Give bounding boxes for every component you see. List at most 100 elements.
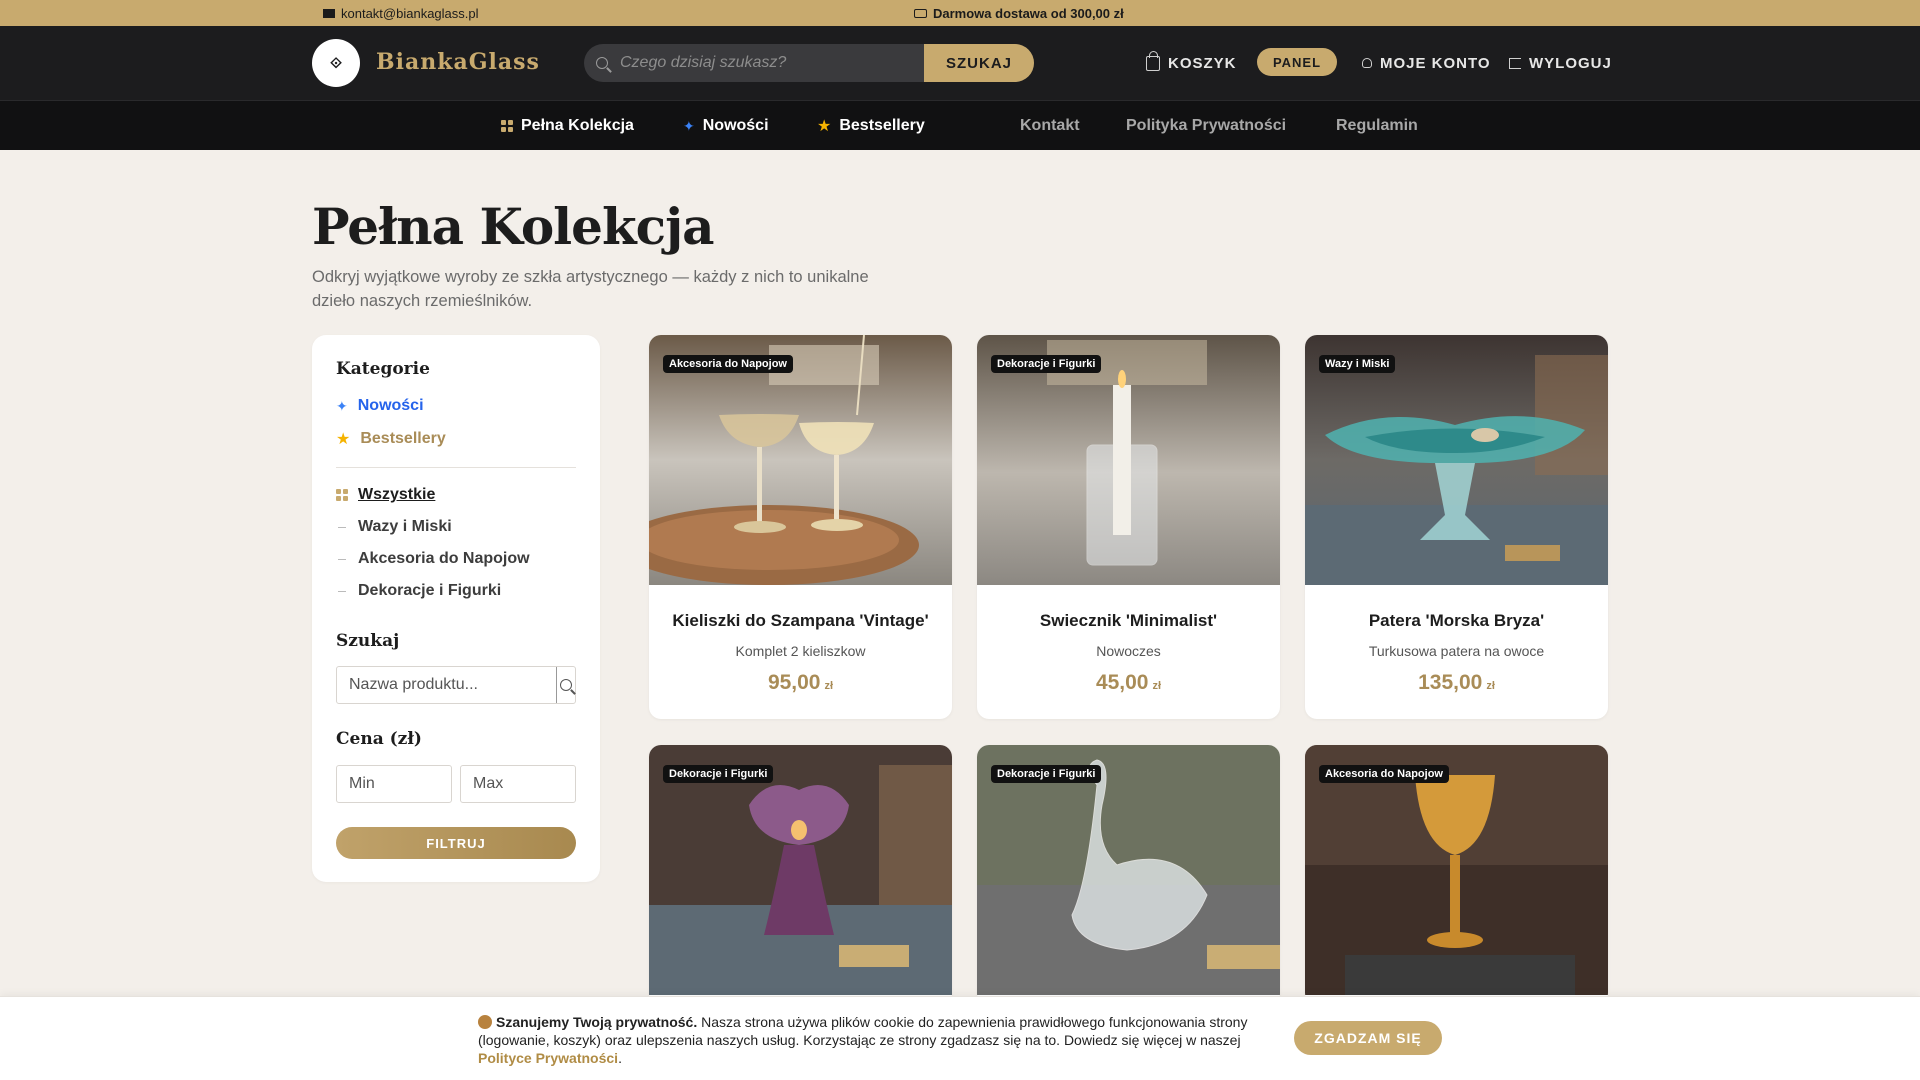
product-name[interactable]: Swiecznik 'Minimalist' <box>977 611 1280 631</box>
top-info-bar: kontakt@biankaglass.pl Darmowa dostawa o… <box>0 0 1920 26</box>
nav-bestsellers[interactable]: ★ Bestsellery <box>817 101 925 151</box>
logout-label: WYLOGUJ <box>1529 54 1612 72</box>
product-description: Turkusowa patera na owoce <box>1368 643 1545 659</box>
sidebar-search <box>336 666 576 704</box>
price-currency: zł <box>824 680 834 692</box>
star-icon: ★ <box>817 118 832 135</box>
dash-icon <box>338 526 346 528</box>
product-card[interactable]: Akcesoria do Napojow Kieliszki do Szampa… <box>649 335 952 719</box>
accept-cookies-button[interactable]: ZGADZAM SIĘ <box>1294 1021 1442 1055</box>
nav-new-label: Nowości <box>702 117 769 134</box>
sidebar-item-all[interactable]: Wszystkie <box>336 486 435 504</box>
product-image[interactable]: Wazy i Miski <box>1305 335 1608 585</box>
star-icon: ★ <box>336 431 351 448</box>
cookie-text: Szanujemy Twoją prywatność. Nasza strona… <box>478 1013 1278 1067</box>
sidebar-search-button[interactable] <box>556 667 575 703</box>
category-badge: Dekoracje i Figurki <box>991 355 1102 373</box>
product-price: 135,00 zł <box>1305 671 1608 695</box>
category-badge: Dekoracje i Figurki <box>663 765 774 783</box>
contact-email-text: kontakt@biankaglass.pl <box>341 5 479 21</box>
sidebar-item-decorations[interactable]: Dekoracje i Figurki <box>336 582 501 600</box>
sidebar-item-drink-accessories-label: Akcesoria do Napojow <box>358 550 530 567</box>
product-card[interactable]: Akcesoria do Napojow <box>1305 745 1608 1005</box>
nav-privacy-policy[interactable]: Polityka Prywatności <box>1126 101 1286 151</box>
mail-icon <box>323 8 335 18</box>
price-max-input[interactable] <box>460 765 576 803</box>
sidebar-item-new[interactable]: ✦ Nowości <box>336 397 424 415</box>
sidebar-item-all-label: Wszystkie <box>358 486 436 503</box>
product-description: Komplet 2 kieliszkow <box>735 643 866 659</box>
product-price: 95,00 zł <box>649 671 952 695</box>
product-card[interactable]: Wazy i Miski Patera 'Morska Bryza' Turku… <box>1305 335 1608 719</box>
account-link[interactable]: MOJE KONTO <box>1362 26 1491 100</box>
sidebar-item-drink-accessories[interactable]: Akcesoria do Napojow <box>336 550 530 568</box>
price-value: 135,00 <box>1418 671 1483 694</box>
free-shipping-notice: Darmowa dostawa od 300,00 zł <box>914 6 1124 21</box>
price-min-input[interactable] <box>336 765 452 803</box>
privacy-policy-link[interactable]: Polityce Prywatności <box>478 1050 618 1066</box>
search-button[interactable]: SZUKAJ <box>924 44 1034 82</box>
filter-button[interactable]: FILTRUJ <box>336 827 576 859</box>
category-badge: Akcesoria do Napojow <box>663 355 793 373</box>
cart-label: KOSZYK <box>1168 54 1237 72</box>
cookie-consent-bar: Szanujemy Twoją prywatność. Nasza strona… <box>0 996 1920 1080</box>
product-price: 45,00 zł <box>977 671 1280 695</box>
product-name[interactable]: Patera 'Morska Bryza' <box>1305 611 1608 631</box>
product-description: Nowoczes <box>1096 643 1161 659</box>
cookie-lead: Szanujemy Twoją prywatność. <box>496 1014 698 1030</box>
panel-button[interactable]: PANEL <box>1257 48 1337 76</box>
logout-link[interactable]: WYLOGUJ <box>1509 26 1612 100</box>
search-heading: Szukaj <box>336 631 400 651</box>
product-card[interactable]: Dekoracje i Figurki <box>649 745 952 1005</box>
sidebar-item-new-label: Nowości <box>357 397 424 414</box>
nav-full-collection[interactable]: Pełna Kolekcja <box>501 101 634 151</box>
nav-new[interactable]: ✦ Nowości <box>683 101 769 151</box>
product-image[interactable]: Dekoracje i Figurki <box>649 745 952 995</box>
category-badge: Akcesoria do Napojow <box>1319 765 1449 783</box>
price-currency: zł <box>1152 680 1162 692</box>
price-value: 45,00 <box>1095 671 1149 694</box>
nav-full-collection-label: Pełna Kolekcja <box>521 117 634 134</box>
price-heading: Cena (zł) <box>336 729 422 749</box>
truck-icon <box>914 8 927 18</box>
sidebar-item-decorations-label: Dekoracje i Figurki <box>358 582 502 599</box>
sparkle-icon: ✦ <box>336 397 348 414</box>
category-badge: Dekoracje i Figurki <box>991 765 1102 783</box>
sidebar-item-bestsellers-label: Bestsellery <box>360 430 446 447</box>
search-icon <box>584 44 620 82</box>
nav-terms[interactable]: Regulamin <box>1336 101 1418 151</box>
main-header: ⟐ BiankaGlass SZUKAJ KOSZYK PANEL MOJE K… <box>0 26 1920 100</box>
logo[interactable]: ⟐ <box>312 39 360 87</box>
product-image[interactable]: Dekoracje i Figurki <box>977 335 1280 585</box>
nav-contact[interactable]: Kontakt <box>1020 101 1080 151</box>
filter-sidebar: Kategorie ✦ Nowości ★ Bestsellery Wszyst… <box>312 335 600 882</box>
product-card[interactable]: Dekoracje i Figurki <box>977 745 1280 1005</box>
search-icon <box>560 679 572 691</box>
header-search-input[interactable] <box>620 44 924 82</box>
user-icon <box>1362 58 1372 68</box>
dash-icon <box>338 590 346 592</box>
product-card[interactable]: Dekoracje i Figurki Swiecznik 'Minimalis… <box>977 335 1280 719</box>
category-badge: Wazy i Miski <box>1319 355 1396 373</box>
product-name[interactable]: Kieliszki do Szampana 'Vintage' <box>649 611 952 631</box>
sidebar-item-bestsellers[interactable]: ★ Bestsellery <box>336 429 446 449</box>
sidebar-item-vases-label: Wazy i Miski <box>358 518 452 535</box>
nav-bestsellers-label: Bestsellery <box>839 117 925 134</box>
logo-mark: ⟐ <box>330 54 342 72</box>
cookie-icon <box>478 1015 492 1029</box>
price-value: 95,00 <box>767 671 821 694</box>
product-image[interactable]: Akcesoria do Napojow <box>1305 745 1608 995</box>
categories-heading: Kategorie <box>336 359 430 379</box>
account-label: MOJE KONTO <box>1380 54 1491 72</box>
product-image[interactable]: Akcesoria do Napojow <box>649 335 952 585</box>
brand-name[interactable]: BiankaGlass <box>376 49 540 75</box>
cookie-end: . <box>618 1050 622 1066</box>
product-search-input[interactable] <box>337 667 556 703</box>
shopping-bag-icon <box>1146 50 1160 71</box>
contact-email[interactable]: kontakt@biankaglass.pl <box>323 6 479 21</box>
cart-link[interactable]: KOSZYK <box>1146 26 1237 100</box>
product-image[interactable]: Dekoracje i Figurki <box>977 745 1280 995</box>
header-search: SZUKAJ <box>584 44 1034 82</box>
sidebar-item-vases[interactable]: Wazy i Miski <box>336 518 452 536</box>
page-title: Pełna Kolekcja <box>312 197 715 256</box>
